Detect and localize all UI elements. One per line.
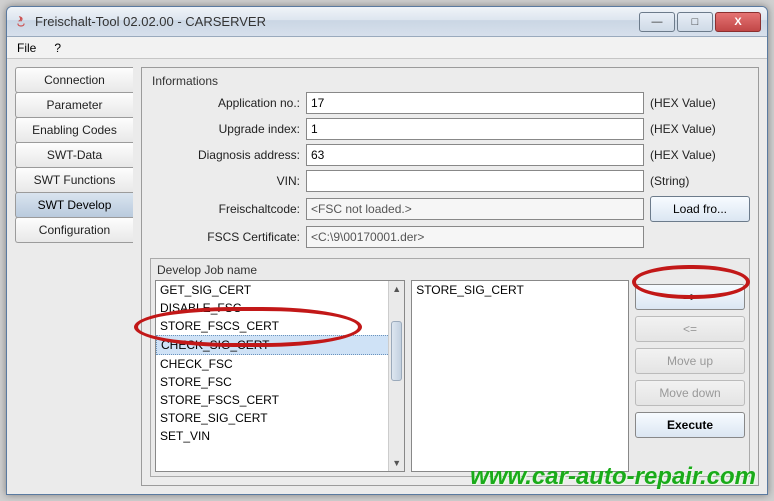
develop-heading: Develop Job name bbox=[157, 263, 745, 277]
cert-label: FSCS Certificate: bbox=[150, 230, 300, 244]
job-source-list[interactable]: GET_SIG_CERTDISABLE_FSCSTORE_FSCS_CERTCH… bbox=[155, 280, 405, 472]
job-button-column: => <= Move up Move down Execute bbox=[635, 280, 745, 472]
titlebar[interactable]: Freischalt-Tool 02.02.00 - CARSERVER — □… bbox=[7, 7, 767, 37]
move-down-button[interactable]: Move down bbox=[635, 380, 745, 406]
tab-parameter[interactable]: Parameter bbox=[15, 92, 133, 118]
list-item[interactable]: DISABLE_FSC bbox=[156, 299, 404, 317]
info-heading: Informations bbox=[152, 74, 750, 88]
minimize-button[interactable]: — bbox=[639, 12, 675, 32]
tabs-column: Connection Parameter Enabling Codes SWT-… bbox=[15, 67, 133, 486]
tab-connection[interactable]: Connection bbox=[15, 67, 133, 93]
list-item[interactable]: STORE_FSC bbox=[156, 373, 404, 391]
scroll-up-icon[interactable]: ▲ bbox=[389, 281, 404, 297]
remove-button[interactable]: <= bbox=[635, 316, 745, 342]
diag-suffix: (HEX Value) bbox=[650, 148, 750, 162]
diag-input[interactable] bbox=[306, 144, 644, 166]
window-buttons: — □ X bbox=[639, 12, 761, 32]
body-area: Connection Parameter Enabling Codes SWT-… bbox=[7, 59, 767, 494]
tab-swt-data[interactable]: SWT-Data bbox=[15, 142, 133, 168]
main-panel: Informations Application no.: (HEX Value… bbox=[141, 67, 759, 486]
upgrade-label: Upgrade index: bbox=[150, 122, 300, 136]
app-no-input[interactable] bbox=[306, 92, 644, 114]
list-item[interactable]: STORE_SIG_CERT bbox=[412, 281, 628, 299]
cert-value bbox=[306, 226, 644, 248]
fsc-label: Freischaltcode: bbox=[150, 202, 300, 216]
vin-label: VIN: bbox=[150, 174, 300, 188]
java-icon bbox=[13, 14, 29, 30]
menubar: File ? bbox=[7, 37, 767, 59]
diag-label: Diagnosis address: bbox=[150, 148, 300, 162]
scroll-thumb[interactable] bbox=[391, 321, 402, 381]
menu-file[interactable]: File bbox=[13, 39, 40, 57]
develop-body: GET_SIG_CERTDISABLE_FSCSTORE_FSCS_CERTCH… bbox=[155, 280, 745, 472]
load-from-button[interactable]: Load fro... bbox=[650, 196, 750, 222]
close-button[interactable]: X bbox=[715, 12, 761, 32]
list-item[interactable]: STORE_SIG_CERT bbox=[156, 409, 404, 427]
add-button[interactable]: => bbox=[635, 284, 745, 310]
execute-button[interactable]: Execute bbox=[635, 412, 745, 438]
list-item[interactable]: GET_SIG_CERT bbox=[156, 281, 404, 299]
info-grid: Application no.: (HEX Value) Upgrade ind… bbox=[150, 92, 750, 248]
list-item[interactable]: STORE_FSCS_CERT bbox=[156, 391, 404, 409]
scrollbar[interactable]: ▲ ▼ bbox=[388, 281, 404, 471]
fsc-value bbox=[306, 198, 644, 220]
list-item[interactable]: SET_VIN bbox=[156, 427, 404, 445]
list-item[interactable]: CHECK_SIG_CERT bbox=[156, 335, 404, 355]
move-up-button[interactable]: Move up bbox=[635, 348, 745, 374]
menu-help[interactable]: ? bbox=[50, 39, 65, 57]
tab-enabling-codes[interactable]: Enabling Codes bbox=[15, 117, 133, 143]
job-selected-list[interactable]: STORE_SIG_CERT bbox=[411, 280, 629, 472]
tab-configuration[interactable]: Configuration bbox=[15, 217, 133, 243]
scroll-down-icon[interactable]: ▼ bbox=[389, 455, 404, 471]
window-title: Freischalt-Tool 02.02.00 - CARSERVER bbox=[35, 14, 639, 29]
maximize-button[interactable]: □ bbox=[677, 12, 713, 32]
tab-swt-develop[interactable]: SWT Develop bbox=[15, 192, 133, 218]
vin-input[interactable] bbox=[306, 170, 644, 192]
tab-swt-functions[interactable]: SWT Functions bbox=[15, 167, 133, 193]
develop-group: Develop Job name GET_SIG_CERTDISABLE_FSC… bbox=[150, 258, 750, 477]
app-window: Freischalt-Tool 02.02.00 - CARSERVER — □… bbox=[6, 6, 768, 495]
vin-suffix: (String) bbox=[650, 174, 750, 188]
app-no-suffix: (HEX Value) bbox=[650, 96, 750, 110]
upgrade-input[interactable] bbox=[306, 118, 644, 140]
list-item[interactable]: CHECK_FSC bbox=[156, 355, 404, 373]
app-no-label: Application no.: bbox=[150, 96, 300, 110]
list-item[interactable]: STORE_FSCS_CERT bbox=[156, 317, 404, 335]
upgrade-suffix: (HEX Value) bbox=[650, 122, 750, 136]
